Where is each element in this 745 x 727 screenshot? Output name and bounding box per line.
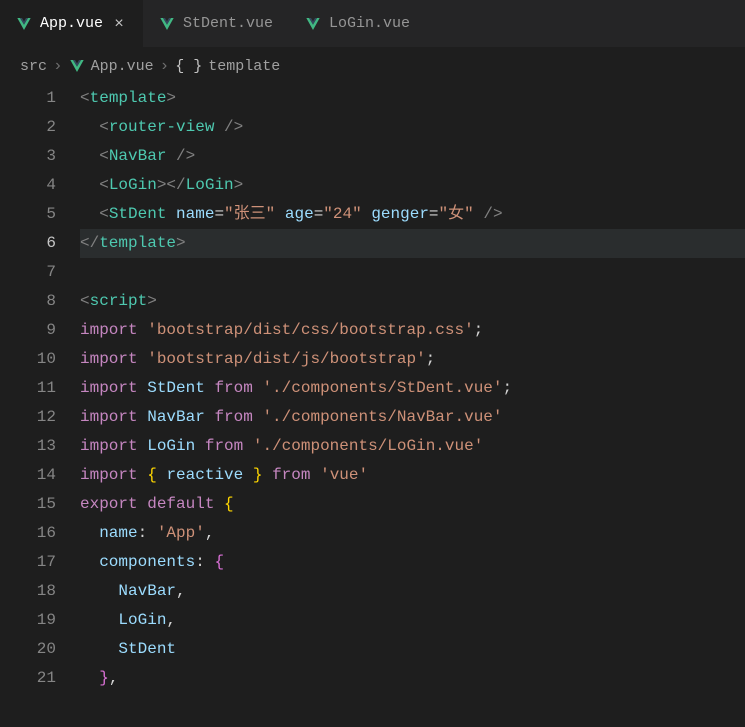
code-line: <template> <box>80 84 745 113</box>
vue-icon <box>159 16 175 32</box>
close-icon[interactable]: × <box>111 16 127 32</box>
code-line: components: { <box>80 548 745 577</box>
code-line: import NavBar from './components/NavBar.… <box>80 403 745 432</box>
line-number: 13 <box>0 432 56 461</box>
line-number: 7 <box>0 258 56 287</box>
tab-label: App.vue <box>40 15 103 32</box>
code-line: name: 'App', <box>80 519 745 548</box>
tab-login[interactable]: LoGin.vue <box>289 0 426 47</box>
code-line: <StDent name="张三" age="24" genger="女" /> <box>80 200 745 229</box>
line-number: 19 <box>0 606 56 635</box>
code-line: export default { <box>80 490 745 519</box>
vue-icon <box>69 58 85 74</box>
tab-app[interactable]: App.vue × <box>0 0 143 47</box>
tab-label: StDent.vue <box>183 15 273 32</box>
line-number: 12 <box>0 403 56 432</box>
breadcrumb-src[interactable]: src <box>20 58 47 75</box>
chevron-right-icon: › <box>160 57 170 75</box>
tabs-bar: App.vue × StDent.vue LoGin.vue <box>0 0 745 48</box>
line-number: 6 <box>0 229 56 258</box>
code-line: import 'bootstrap/dist/js/bootstrap'; <box>80 345 745 374</box>
chevron-right-icon: › <box>53 57 63 75</box>
code-line: StDent <box>80 635 745 664</box>
breadcrumb: src › App.vue › { } template <box>0 48 745 84</box>
code-line: LoGin, <box>80 606 745 635</box>
breadcrumb-file[interactable]: App.vue <box>91 58 154 75</box>
line-number: 16 <box>0 519 56 548</box>
code-line: NavBar, <box>80 577 745 606</box>
line-number: 20 <box>0 635 56 664</box>
line-number: 11 <box>0 374 56 403</box>
code-line: import 'bootstrap/dist/css/bootstrap.css… <box>80 316 745 345</box>
code-line: }, <box>80 664 745 693</box>
line-number: 9 <box>0 316 56 345</box>
code-area[interactable]: <template> <router-view /> <NavBar /> <L… <box>80 84 745 693</box>
line-number: 10 <box>0 345 56 374</box>
line-number: 15 <box>0 490 56 519</box>
line-number: 21 <box>0 664 56 693</box>
line-number: 14 <box>0 461 56 490</box>
line-number: 18 <box>0 577 56 606</box>
line-number: 4 <box>0 171 56 200</box>
line-number: 2 <box>0 113 56 142</box>
code-line <box>80 258 745 287</box>
code-line: <LoGin></LoGin> <box>80 171 745 200</box>
gutter: 1 2 3 4 5 6 7 8 9 10 11 12 13 14 15 16 1… <box>0 84 80 693</box>
breadcrumb-section[interactable]: template <box>208 58 280 75</box>
code-line: <router-view /> <box>80 113 745 142</box>
vue-icon <box>305 16 321 32</box>
line-number: 8 <box>0 287 56 316</box>
line-number: 5 <box>0 200 56 229</box>
line-number: 3 <box>0 142 56 171</box>
code-line: import StDent from './components/StDent.… <box>80 374 745 403</box>
code-line: <script> <box>80 287 745 316</box>
tab-stdent[interactable]: StDent.vue <box>143 0 289 47</box>
code-line: </template> <box>80 229 745 258</box>
vue-icon <box>16 16 32 32</box>
tab-label: LoGin.vue <box>329 15 410 32</box>
line-number: 17 <box>0 548 56 577</box>
line-number: 1 <box>0 84 56 113</box>
code-line: <NavBar /> <box>80 142 745 171</box>
code-line: import LoGin from './components/LoGin.vu… <box>80 432 745 461</box>
code-line: import { reactive } from 'vue' <box>80 461 745 490</box>
braces-icon: { } <box>175 58 202 75</box>
editor[interactable]: 1 2 3 4 5 6 7 8 9 10 11 12 13 14 15 16 1… <box>0 84 745 693</box>
